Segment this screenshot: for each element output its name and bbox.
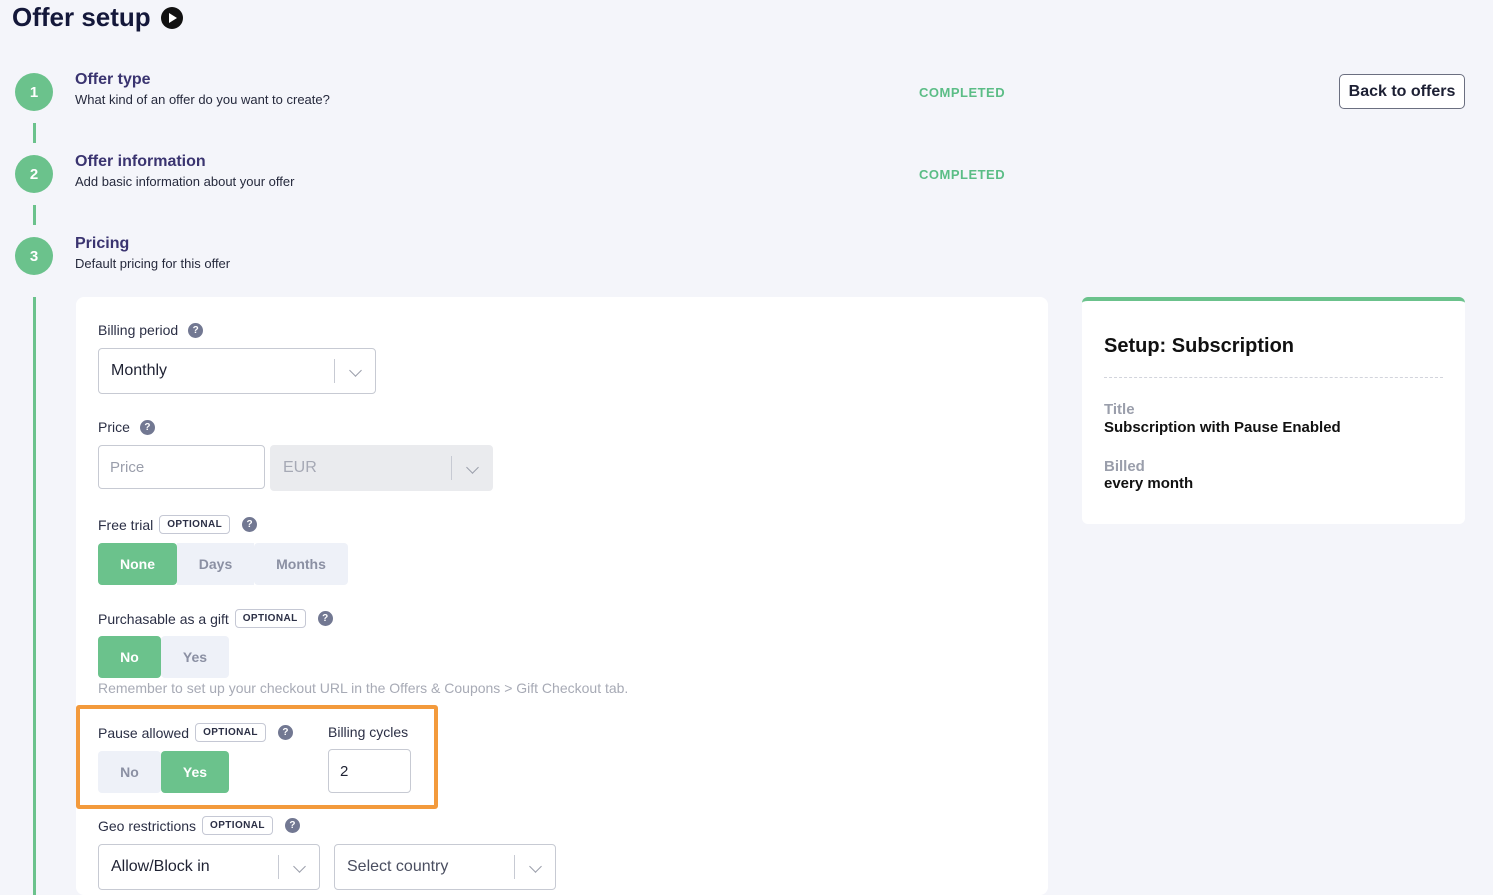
summary-card: Setup: Subscription Title Subscription w… xyxy=(1082,297,1465,524)
country-select[interactable]: Select country xyxy=(334,844,556,890)
step-description: Default pricing for this offer xyxy=(75,256,231,271)
summary-billed-label: Billed xyxy=(1104,458,1145,475)
geo-restrictions-label: Geo restrictions OPTIONAL ? xyxy=(98,816,300,835)
billing-period-select[interactable]: Monthly xyxy=(98,348,376,394)
gift-toggle: No Yes xyxy=(98,636,229,678)
step-offer-type[interactable]: 1 Offer type What kind of an offer do yo… xyxy=(15,71,330,111)
help-icon[interactable]: ? xyxy=(277,725,293,740)
page-title-text: Offer setup xyxy=(12,2,151,32)
country-placeholder: Select country xyxy=(347,858,449,875)
pause-yes-button[interactable]: Yes xyxy=(161,751,229,793)
pause-allowed-toggle: No Yes xyxy=(98,751,229,793)
step-number-badge: 1 xyxy=(15,73,53,111)
select-separator xyxy=(514,855,515,879)
help-icon[interactable]: ? xyxy=(317,611,333,626)
price-label-text: Price xyxy=(98,419,130,435)
billing-period-label: Billing period ? xyxy=(98,322,204,338)
step-title: Offer information xyxy=(75,153,206,170)
step-title: Pricing xyxy=(75,235,130,252)
optional-badge: OPTIONAL xyxy=(159,515,231,534)
summary-divider xyxy=(1104,377,1443,378)
chevron-down-icon xyxy=(466,461,479,474)
step-description: What kind of an offer do you want to cre… xyxy=(75,92,330,107)
free-trial-months-button[interactable]: Months xyxy=(254,543,348,585)
select-separator xyxy=(334,359,335,383)
play-icon[interactable] xyxy=(160,6,183,29)
step-connector xyxy=(33,297,36,895)
back-to-offers-button[interactable]: Back to offers xyxy=(1339,74,1465,109)
pause-no-button[interactable]: No xyxy=(98,751,161,793)
step-offer-information[interactable]: 2 Offer information Add basic informatio… xyxy=(15,153,295,193)
step-pricing[interactable]: 3 Pricing Default pricing for this offer xyxy=(15,235,231,275)
gift-label-text: Purchasable as a gift xyxy=(98,610,229,627)
step-connector xyxy=(33,205,36,225)
optional-badge: OPTIONAL xyxy=(195,723,266,742)
select-separator xyxy=(451,456,452,480)
chevron-down-icon xyxy=(349,364,362,377)
price-label: Price ? xyxy=(98,419,155,435)
pause-allowed-label: Pause allowed OPTIONAL ? xyxy=(98,723,293,742)
gift-hint: Remember to set up your checkout URL in … xyxy=(98,680,629,696)
free-trial-toggle: None Days Months xyxy=(98,543,348,585)
step-description: Add basic information about your offer xyxy=(75,174,295,189)
step-connector xyxy=(33,123,36,143)
free-trial-none-button[interactable]: None xyxy=(98,543,177,585)
billing-period-label-text: Billing period xyxy=(98,322,179,338)
chevron-down-icon xyxy=(529,860,542,873)
optional-badge: OPTIONAL xyxy=(234,609,306,628)
summary-title: Setup: Subscription xyxy=(1104,335,1294,357)
gift-no-button[interactable]: No xyxy=(98,636,161,678)
step-status: COMPLETED xyxy=(919,167,1006,182)
step-title: Offer type xyxy=(75,71,151,88)
geo-mode-select[interactable]: Allow/Block in xyxy=(98,844,320,890)
help-icon[interactable]: ? xyxy=(188,322,204,338)
select-separator xyxy=(278,855,279,879)
help-icon[interactable]: ? xyxy=(284,818,300,833)
chevron-down-icon xyxy=(293,860,306,873)
step-number-badge: 3 xyxy=(15,237,53,275)
geo-restrictions-label-text: Geo restrictions xyxy=(98,817,197,834)
gift-yes-button[interactable]: Yes xyxy=(161,636,229,678)
billing-period-value: Monthly xyxy=(111,362,168,379)
summary-title-label: Title xyxy=(1104,401,1135,418)
billing-cycles-label: Billing cycles xyxy=(328,724,409,740)
free-trial-label-text: Free trial xyxy=(98,516,154,533)
step-number-badge: 2 xyxy=(15,155,53,193)
summary-billed-value: every month xyxy=(1104,475,1194,492)
gift-label: Purchasable as a gift OPTIONAL ? xyxy=(98,609,333,628)
free-trial-days-button[interactable]: Days xyxy=(177,543,254,585)
price-input[interactable] xyxy=(98,445,265,489)
page-title: Offer setup xyxy=(12,2,183,33)
billing-cycles-input[interactable] xyxy=(328,749,411,793)
currency-select[interactable]: EUR xyxy=(270,445,493,491)
help-icon[interactable]: ? xyxy=(139,419,155,435)
optional-badge: OPTIONAL xyxy=(202,816,273,835)
pause-allowed-label-text: Pause allowed xyxy=(98,724,190,741)
free-trial-label: Free trial OPTIONAL ? xyxy=(98,515,258,534)
summary-title-value: Subscription with Pause Enabled xyxy=(1104,419,1341,436)
currency-value: EUR xyxy=(283,459,317,476)
step-status: COMPLETED xyxy=(919,85,1006,100)
help-icon[interactable]: ? xyxy=(242,517,258,532)
geo-mode-value: Allow/Block in xyxy=(111,858,210,875)
